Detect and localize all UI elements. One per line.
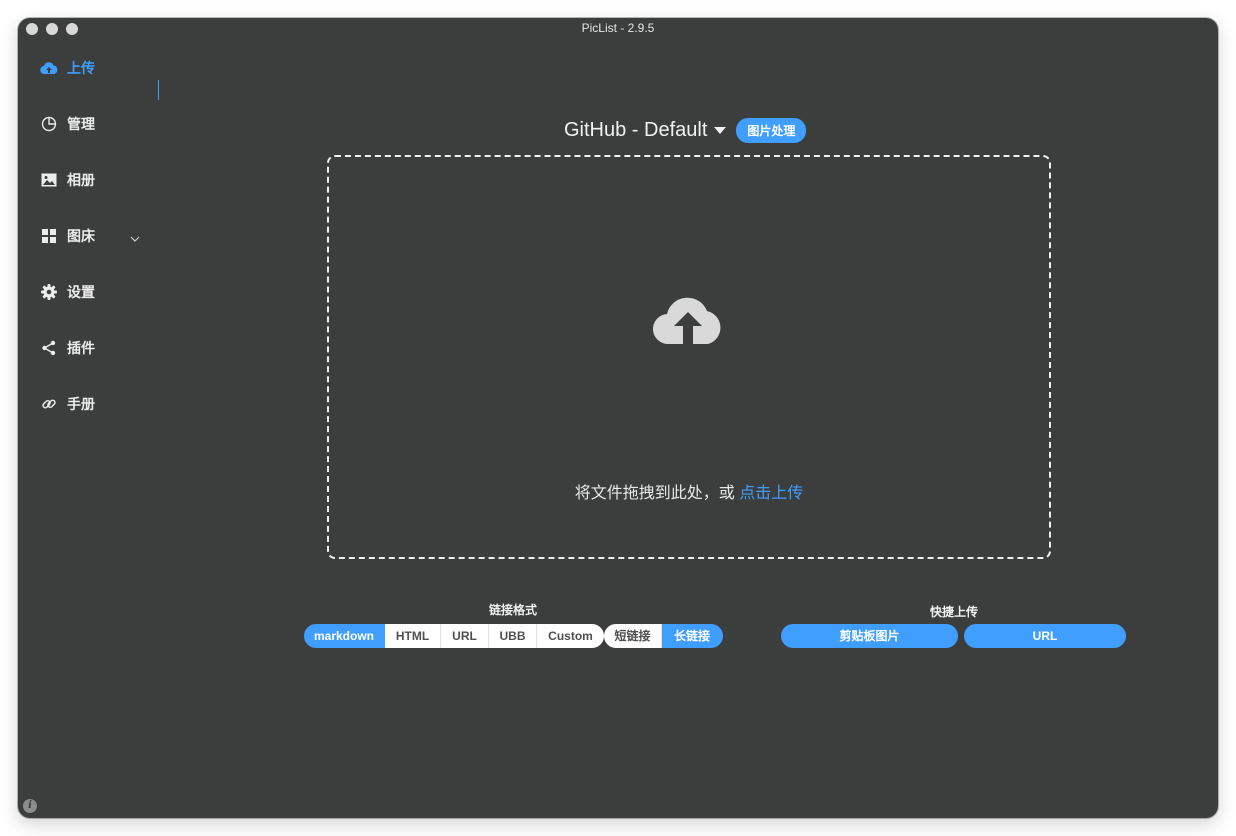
long-link-option[interactable]: 长链接 bbox=[662, 624, 723, 648]
app-window: PicList - 2.9.5 上传 管理 相册 图床 设置 插件 手册 Git… bbox=[18, 18, 1218, 818]
url-upload-button[interactable]: URL bbox=[964, 624, 1126, 648]
link-format-group: markdown HTML URL UBB Custom bbox=[304, 624, 604, 648]
sidebar-item-label: 管理 bbox=[67, 116, 95, 132]
sidebar-item-label: 手册 bbox=[67, 396, 95, 412]
picbed-name[interactable]: GitHub - Default bbox=[564, 119, 707, 142]
format-option-html[interactable]: HTML bbox=[385, 624, 441, 648]
sidebar-item-plugins[interactable]: 插件 bbox=[40, 334, 170, 362]
sidebar: 上传 管理 相册 图床 设置 插件 手册 bbox=[18, 40, 188, 810]
share-icon bbox=[40, 339, 58, 357]
grid-icon bbox=[40, 227, 58, 245]
title-bar: PicList - 2.9.5 bbox=[18, 18, 1218, 40]
sidebar-item-manual[interactable]: 手册 bbox=[40, 390, 170, 418]
link-format-label: 链接格式 bbox=[489, 603, 538, 617]
upload-dropzone[interactable]: 将文件拖拽到此处，或 点击上传 bbox=[327, 155, 1051, 559]
sidebar-item-label: 图床 bbox=[67, 228, 95, 244]
format-option-ubb[interactable]: UBB bbox=[489, 624, 537, 648]
drop-hint: 将文件拖拽到此处，或 点击上传 bbox=[574, 485, 804, 502]
format-option-markdown[interactable]: markdown bbox=[304, 624, 385, 648]
active-indicator bbox=[158, 80, 159, 100]
short-link-option[interactable]: 短链接 bbox=[604, 624, 662, 648]
window-title: PicList - 2.9.5 bbox=[581, 21, 655, 35]
link-length-group: 短链接 长链接 bbox=[604, 624, 723, 648]
sidebar-item-label: 插件 bbox=[67, 340, 95, 356]
clipboard-upload-button[interactable]: 剪贴板图片 bbox=[781, 624, 958, 648]
caret-down-icon[interactable] bbox=[714, 127, 727, 134]
sidebar-item-upload[interactable]: 上传 bbox=[40, 54, 170, 82]
picbed-selector[interactable]: GitHub - Default 图片处理 bbox=[564, 118, 807, 143]
sidebar-item-label: 相册 bbox=[67, 172, 95, 188]
sidebar-item-picbed[interactable]: 图床 bbox=[40, 222, 170, 250]
image-icon bbox=[40, 171, 58, 189]
cloud-upload-icon bbox=[40, 59, 58, 77]
gear-icon bbox=[40, 283, 58, 301]
image-process-button[interactable]: 图片处理 bbox=[736, 118, 807, 143]
sidebar-item-label: 上传 bbox=[67, 60, 95, 76]
quick-upload-label: 快捷上传 bbox=[930, 605, 979, 619]
click-upload-link[interactable]: 点击上传 bbox=[739, 485, 803, 502]
info-icon[interactable]: i bbox=[23, 799, 37, 813]
sidebar-item-manage[interactable]: 管理 bbox=[40, 110, 170, 138]
chevron-down-icon[interactable] bbox=[130, 230, 140, 246]
sidebar-item-settings[interactable]: 设置 bbox=[40, 278, 170, 306]
format-option-url[interactable]: URL bbox=[441, 624, 489, 648]
pie-chart-icon bbox=[40, 115, 58, 133]
sidebar-item-label: 设置 bbox=[67, 284, 95, 300]
format-option-custom[interactable]: Custom bbox=[537, 624, 604, 648]
cloud-upload-icon bbox=[653, 297, 721, 345]
link-icon bbox=[40, 395, 58, 413]
sidebar-item-gallery[interactable]: 相册 bbox=[40, 166, 170, 194]
